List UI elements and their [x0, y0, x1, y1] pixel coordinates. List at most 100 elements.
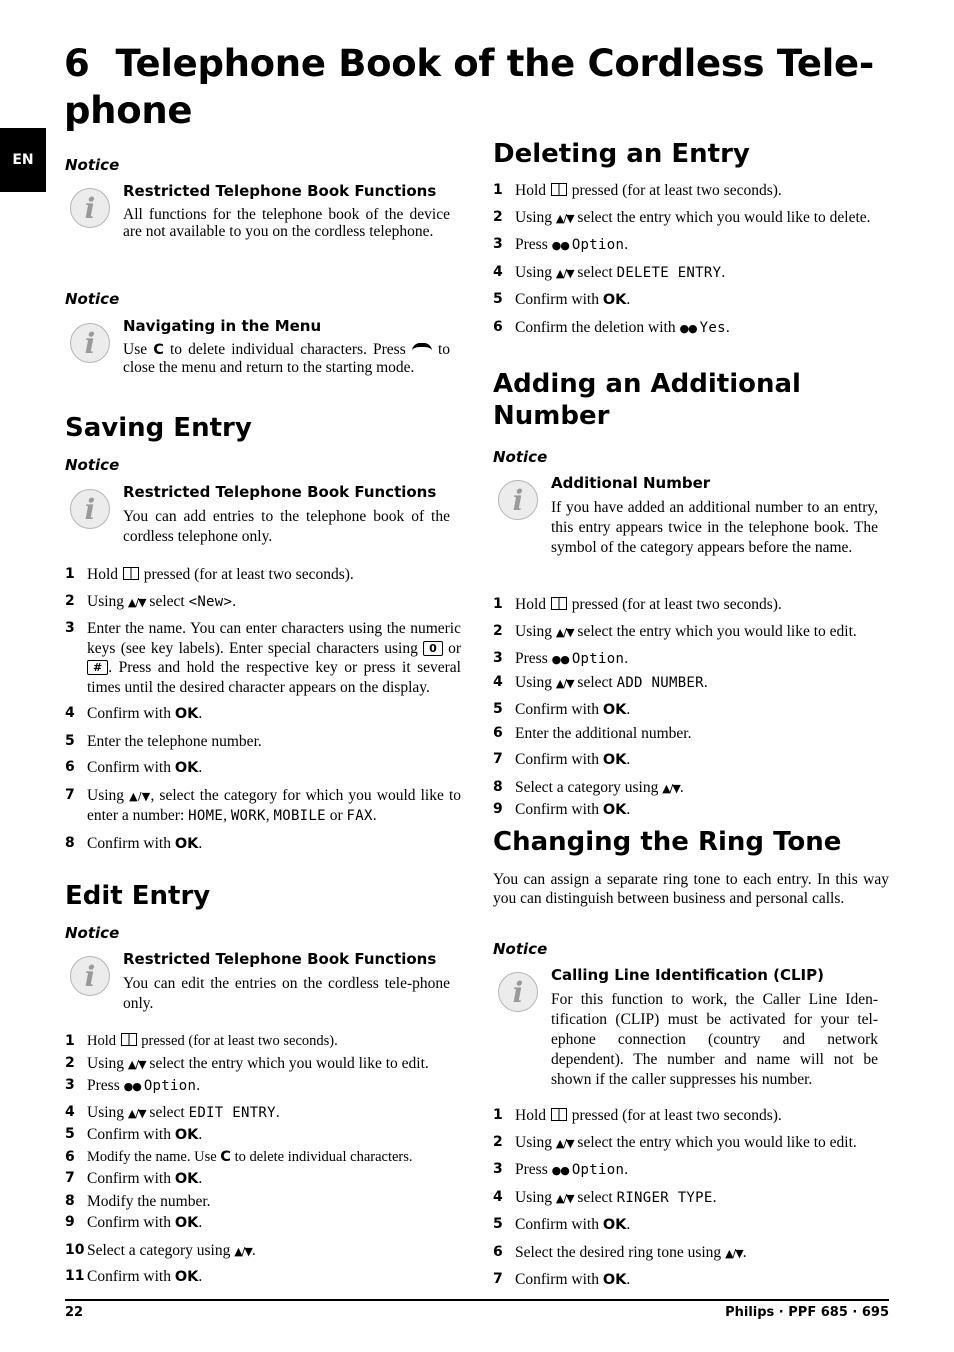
notice-title: Restricted Telephone Book Functions: [123, 950, 437, 968]
display-text: RINGER TYPE: [616, 1189, 713, 1206]
text: Confirm with: [87, 834, 171, 852]
notice-label: Notice: [493, 940, 548, 958]
section-heading-ring-tone: Changing the Ring Tone: [493, 827, 842, 857]
up-down-arrow-icon: ▲/▼: [555, 266, 575, 280]
section-heading-edit-entry: Edit Entry: [65, 881, 211, 911]
info-icon: i: [70, 188, 110, 228]
text: select the entry which you would like to…: [577, 208, 871, 226]
step: 8 Modify the number.: [65, 1191, 461, 1213]
step: 2 Using ▲/▼ select the entry which you wo…: [493, 1133, 889, 1154]
ok-key: OK: [174, 835, 199, 852]
text: Confirm with: [515, 801, 599, 818]
ok-key: OK: [602, 292, 627, 308]
text: Confirm with: [515, 1271, 599, 1288]
step: 4 Using ▲/▼ select ADD NUMBER.: [493, 673, 708, 691]
step: 4 Using ▲/▼ select DELETE ENTRY.: [493, 263, 726, 281]
step: 7 Using ▲/▼, select the category for whic…: [65, 786, 462, 825]
display-text: ADD NUMBER: [616, 674, 704, 691]
up-down-arrow-icon: ▲/▼: [127, 1106, 147, 1120]
book-icon: [550, 1108, 567, 1121]
text: Confirm with: [515, 1216, 599, 1233]
ok-key: OK: [602, 702, 627, 718]
text: select: [149, 592, 185, 610]
chapter-title-text: Telephone Book of the Cordless Tele-: [115, 42, 874, 85]
step: 5 Confirm with OK.: [493, 701, 631, 718]
display-text: Option: [571, 237, 625, 253]
footer-divider: [65, 1299, 889, 1301]
language-tab: EN: [0, 128, 46, 192]
text: Using: [87, 1054, 125, 1072]
text: Select a category using: [87, 1241, 231, 1259]
step-number: 3: [65, 620, 75, 636]
step: 1 Hold pressed (for at least two seconds)…: [493, 1106, 889, 1126]
text: Confirm with: [515, 751, 599, 768]
text: Press: [515, 236, 548, 253]
text: pressed (for at least two seconds).: [571, 1107, 782, 1124]
up-down-arrow-icon: ▲/▼: [127, 1057, 147, 1071]
text: Enter the additional number.: [515, 724, 692, 742]
text: Using: [515, 208, 553, 226]
step: 5 Confirm with OK.: [493, 1216, 631, 1233]
notice-title: Additional Number: [551, 474, 711, 492]
up-down-arrow-icon: ▲/▼: [555, 211, 575, 225]
step-number: 2: [65, 592, 75, 609]
ok-key: OK: [174, 706, 199, 722]
step: 7 Confirm with OK.: [493, 751, 631, 768]
step: 2 Using ▲/▼ select the entry which you wo…: [493, 622, 889, 643]
step-number: 8: [65, 1192, 75, 1209]
step-number: 8: [65, 834, 75, 851]
step-number: 3: [493, 236, 503, 252]
text: select: [577, 673, 613, 691]
ok-key: OK: [174, 1269, 199, 1285]
step: 9 Confirm with OK.: [65, 1212, 461, 1235]
info-icon: i: [70, 323, 110, 363]
step-number: 4: [493, 1188, 503, 1205]
double-dot-softkey-icon: ●●: [123, 1080, 142, 1093]
step-number: 5: [493, 1216, 503, 1232]
step: 4 Using ▲/▼ select EDIT ENTRY.: [65, 1102, 461, 1125]
step: 6 Modify the name. Use C to delete indivi…: [65, 1147, 461, 1169]
double-dot-softkey-icon: ●●: [551, 1164, 570, 1177]
step: 2 Using ▲/▼ select <New>.: [65, 592, 237, 610]
text: Modify the number.: [87, 1192, 211, 1210]
up-down-arrow-icon: ▲/▼: [662, 781, 681, 795]
display-text: DELETE ENTRY: [616, 264, 722, 281]
step-number: 2: [493, 1133, 503, 1150]
up-down-arrow-icon: ▲/▼: [555, 1191, 575, 1205]
step-number: 1: [493, 596, 503, 612]
step-number: 7: [65, 1170, 75, 1186]
step-number: 2: [493, 622, 503, 639]
step-number: 7: [493, 1271, 503, 1287]
step-number: 5: [65, 732, 75, 749]
double-dot-softkey-icon: ●●: [679, 321, 697, 335]
step: 2 Using ▲/▼ select the entry which you wo…: [65, 1053, 461, 1076]
text: Confirm the deletion with: [515, 318, 676, 336]
text: Confirm with: [87, 1214, 171, 1231]
text: Select a category using: [515, 778, 659, 796]
text: Using: [87, 592, 125, 610]
up-down-arrow-icon: ▲/▼: [725, 1246, 744, 1260]
text: to delete individual characters.: [234, 1148, 413, 1165]
text: Press: [515, 1161, 548, 1178]
step-number: 5: [493, 291, 503, 307]
up-down-arrow-icon: ▲/▼: [234, 1244, 253, 1258]
step: 7 Confirm with OK.: [493, 1271, 631, 1288]
display-text: FAX: [346, 808, 373, 824]
step-number: 10: [65, 1241, 85, 1258]
step-number: 4: [493, 263, 503, 280]
notice-text: For this function to work, the Caller Li…: [551, 991, 878, 1088]
step-number: 8: [493, 778, 503, 795]
step-number: 4: [493, 673, 503, 690]
notice-text: You can edit the entries on the cordless…: [123, 975, 450, 1012]
edit-entry-steps: 1 Hold pressed (for at least two seconds)…: [65, 1031, 461, 1289]
text: or: [329, 807, 343, 824]
step-number: 5: [493, 701, 503, 717]
step-number: 6: [65, 1148, 75, 1165]
saving-entry-steps: 1 Hold pressed (for at least two seconds)…: [65, 565, 461, 854]
step: 5 Confirm with OK.: [65, 1124, 461, 1147]
step-number: 3: [65, 1077, 75, 1093]
notice-title: Navigating in the Menu: [123, 317, 322, 335]
text: select: [577, 263, 613, 281]
step: 3 Press ●● Option.: [493, 236, 629, 253]
notice-label: Notice: [65, 156, 120, 174]
